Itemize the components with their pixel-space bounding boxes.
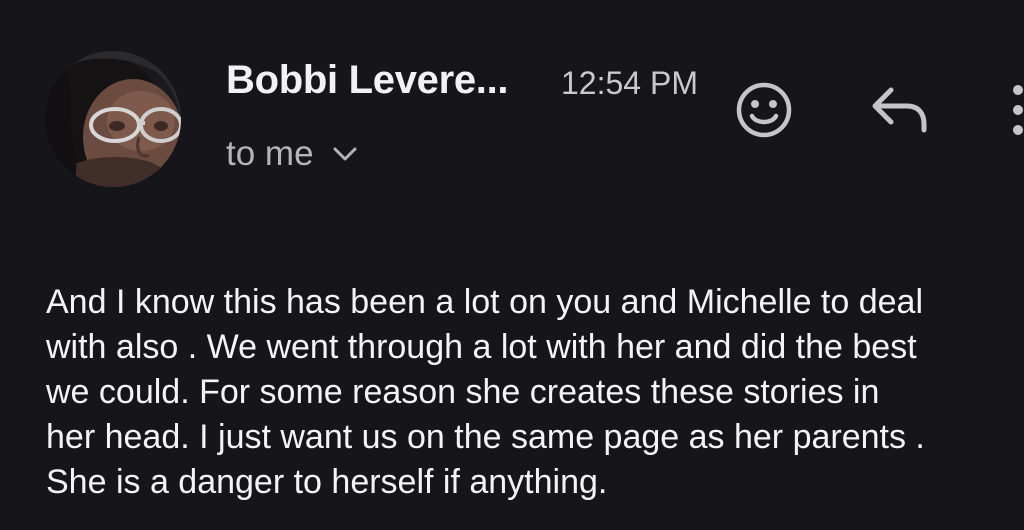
message-line: with also . We went through a lot with h… xyxy=(46,328,917,366)
sender-name: Bobbi Levere... xyxy=(226,58,509,102)
message-body: And I know this has been a lot on you an… xyxy=(46,280,1024,505)
sender-photo xyxy=(45,51,181,187)
message-line: her head. I just want us on the same pag… xyxy=(46,418,925,456)
more-vert-icon[interactable] xyxy=(1006,82,1024,138)
email-header: Bobbi Levere... 12:54 PM to me xyxy=(0,0,1024,220)
recipient-details-toggle[interactable]: to me xyxy=(226,133,358,175)
avatar[interactable] xyxy=(45,51,181,187)
message-line: And I know this has been a lot on you an… xyxy=(46,283,924,321)
recipient-label: to me xyxy=(226,134,314,173)
chevron-down-icon xyxy=(333,147,357,161)
message-line: we could. For some reason she creates th… xyxy=(46,373,880,411)
emoji-reaction-icon[interactable] xyxy=(734,80,794,140)
message-line: She is a danger to herself if anything. xyxy=(46,463,608,501)
reply-icon[interactable] xyxy=(869,84,931,134)
timestamp: 12:54 PM xyxy=(561,65,698,101)
